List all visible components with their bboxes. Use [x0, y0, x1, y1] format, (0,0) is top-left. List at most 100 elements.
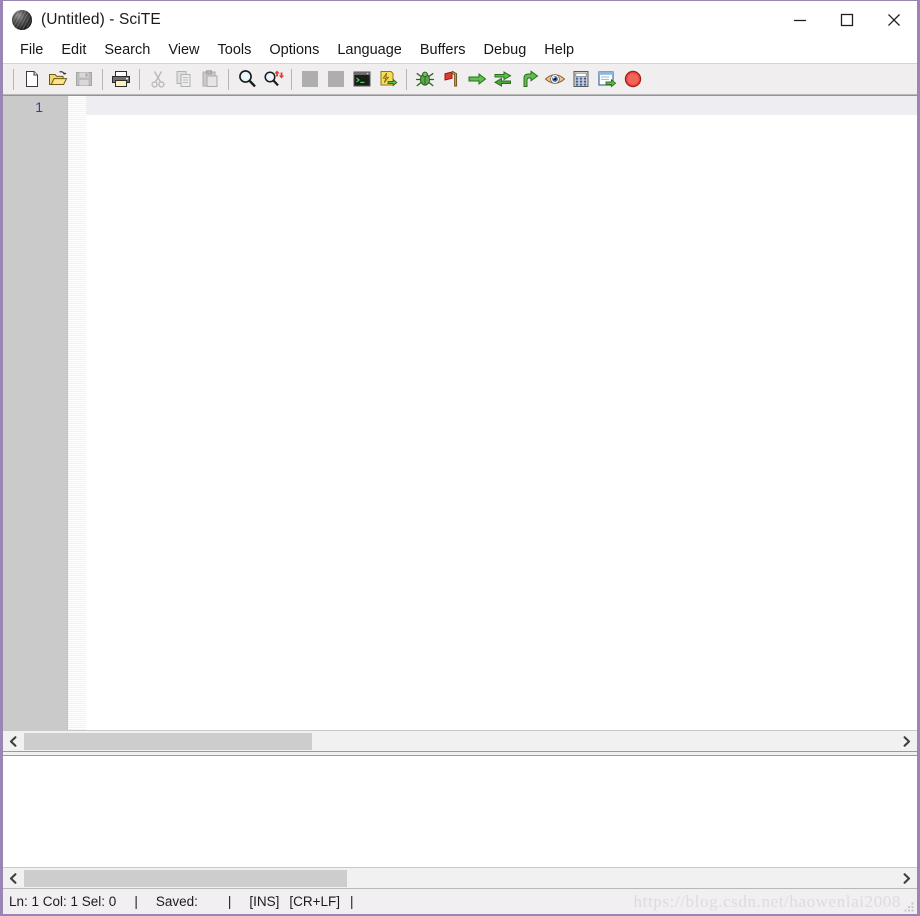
editor-horizontal-scrollbar[interactable]	[3, 730, 917, 751]
output-pane[interactable]	[3, 756, 917, 867]
window-title: (Untitled) - SciTE	[41, 10, 161, 28]
find-replace-icon	[264, 70, 284, 87]
editor-scroll-thumb[interactable]	[24, 732, 312, 750]
menu-item-tools[interactable]: Tools	[209, 40, 261, 61]
scite-ball-icon	[12, 9, 32, 30]
menu-item-help[interactable]: Help	[535, 40, 583, 61]
resize-grip-icon[interactable]	[903, 901, 915, 913]
copy-button[interactable]	[171, 66, 197, 92]
menu-item-debug[interactable]: Debug	[475, 40, 536, 61]
toolbar-separator	[228, 68, 229, 90]
scroll-left-button[interactable]	[3, 731, 24, 752]
status-bar: Ln: 1 Col: 1 Sel: 0 | Saved: | [INS] [CR…	[3, 888, 917, 914]
undo-icon	[302, 71, 318, 87]
close-icon	[887, 13, 900, 26]
minimize-icon	[793, 19, 806, 21]
output-horizontal-scrollbar[interactable]	[3, 867, 917, 888]
scite-main-window: (Untitled) - SciTE File Edit Search View…	[0, 0, 920, 916]
menu-item-language[interactable]: Language	[328, 40, 411, 61]
redo-button[interactable]	[323, 66, 349, 92]
chevron-left-icon	[9, 872, 17, 884]
line-number-gutter: 1	[3, 96, 68, 730]
debug-bug-icon	[415, 71, 435, 87]
open-file-button[interactable]	[45, 66, 71, 92]
toolbar-separator	[139, 68, 140, 90]
code-text-area[interactable]	[86, 96, 917, 730]
maximize-button[interactable]	[823, 1, 870, 38]
breakpoint-button[interactable]	[438, 66, 464, 92]
menu-item-file[interactable]: File	[11, 40, 52, 61]
window-controls	[776, 1, 917, 38]
toolbar	[3, 64, 917, 95]
print-icon	[112, 71, 130, 87]
find-icon	[239, 70, 256, 88]
save-file-button[interactable]	[71, 66, 97, 92]
title-bar: (Untitled) - SciTE	[3, 1, 917, 38]
output-scroll-left-button[interactable]	[3, 868, 24, 889]
cut-icon	[151, 71, 165, 88]
debug-button[interactable]	[412, 66, 438, 92]
output-scroll-thumb[interactable]	[24, 869, 347, 887]
compile-icon	[380, 71, 398, 87]
minimize-button[interactable]	[776, 1, 823, 38]
menu-item-view[interactable]: View	[159, 40, 208, 61]
menu-item-buffers[interactable]: Buffers	[411, 40, 475, 61]
toolbar-separator	[406, 68, 407, 90]
close-button[interactable]	[870, 1, 917, 38]
calculator-icon	[573, 71, 589, 87]
stop-icon	[624, 70, 642, 88]
new-file-button[interactable]	[19, 66, 45, 92]
menu-item-search[interactable]: Search	[95, 40, 159, 61]
chevron-right-icon	[903, 872, 911, 884]
watch-eye-icon	[544, 74, 566, 84]
output-scroll-right-button[interactable]	[896, 868, 917, 889]
calculator-button[interactable]	[568, 66, 594, 92]
undo-button[interactable]	[297, 66, 323, 92]
step-into-arrow-icon	[468, 72, 487, 86]
status-insert-mode: [INS]	[249, 894, 280, 909]
step-over-icon	[493, 71, 512, 87]
editor-scroll-track[interactable]	[24, 731, 896, 752]
status-position: Ln: 1 Col: 1 Sel: 0	[9, 894, 117, 909]
print-button[interactable]	[108, 66, 134, 92]
paste-button[interactable]	[197, 66, 223, 92]
menu-bar: File Edit Search View Tools Options Lang…	[3, 38, 917, 64]
editor-region: 1	[3, 95, 917, 730]
status-separator: |	[350, 894, 354, 909]
open-file-icon	[49, 71, 68, 85]
watch-button[interactable]	[542, 66, 568, 92]
redo-icon	[328, 71, 344, 87]
line-number: 1	[35, 99, 43, 115]
fold-margin[interactable]	[68, 96, 86, 730]
paste-icon	[202, 70, 218, 87]
status-separator: |	[227, 894, 232, 909]
run-window-icon	[598, 71, 617, 88]
step-into-button[interactable]	[464, 66, 490, 92]
chevron-right-icon	[903, 735, 911, 747]
step-out-icon	[523, 70, 539, 87]
maximize-icon	[840, 13, 853, 26]
current-line-highlight	[86, 96, 917, 115]
console-button[interactable]	[349, 66, 375, 92]
save-file-icon	[76, 72, 92, 86]
status-separator: |	[134, 894, 138, 909]
status-eol-mode: [CR+LF]	[289, 894, 341, 909]
copy-icon	[176, 71, 191, 87]
menu-item-options[interactable]: Options	[260, 40, 328, 61]
toolbar-separator	[13, 68, 14, 90]
step-out-button[interactable]	[516, 66, 542, 92]
find-replace-button[interactable]	[260, 66, 286, 92]
status-saved: Saved:	[155, 894, 198, 909]
step-over-button[interactable]	[490, 66, 516, 92]
breakpoint-flag-icon	[444, 70, 458, 87]
cut-button[interactable]	[145, 66, 171, 92]
stop-button[interactable]	[620, 66, 646, 92]
output-scroll-track[interactable]	[24, 868, 896, 889]
menu-item-edit[interactable]: Edit	[52, 40, 95, 61]
scroll-right-button[interactable]	[896, 731, 917, 752]
run-button[interactable]	[594, 66, 620, 92]
watermark-text: https://blog.csdn.net/haowenlai2008	[633, 892, 901, 911]
compile-button[interactable]	[375, 66, 401, 92]
find-button[interactable]	[234, 66, 260, 92]
console-icon	[353, 71, 371, 87]
